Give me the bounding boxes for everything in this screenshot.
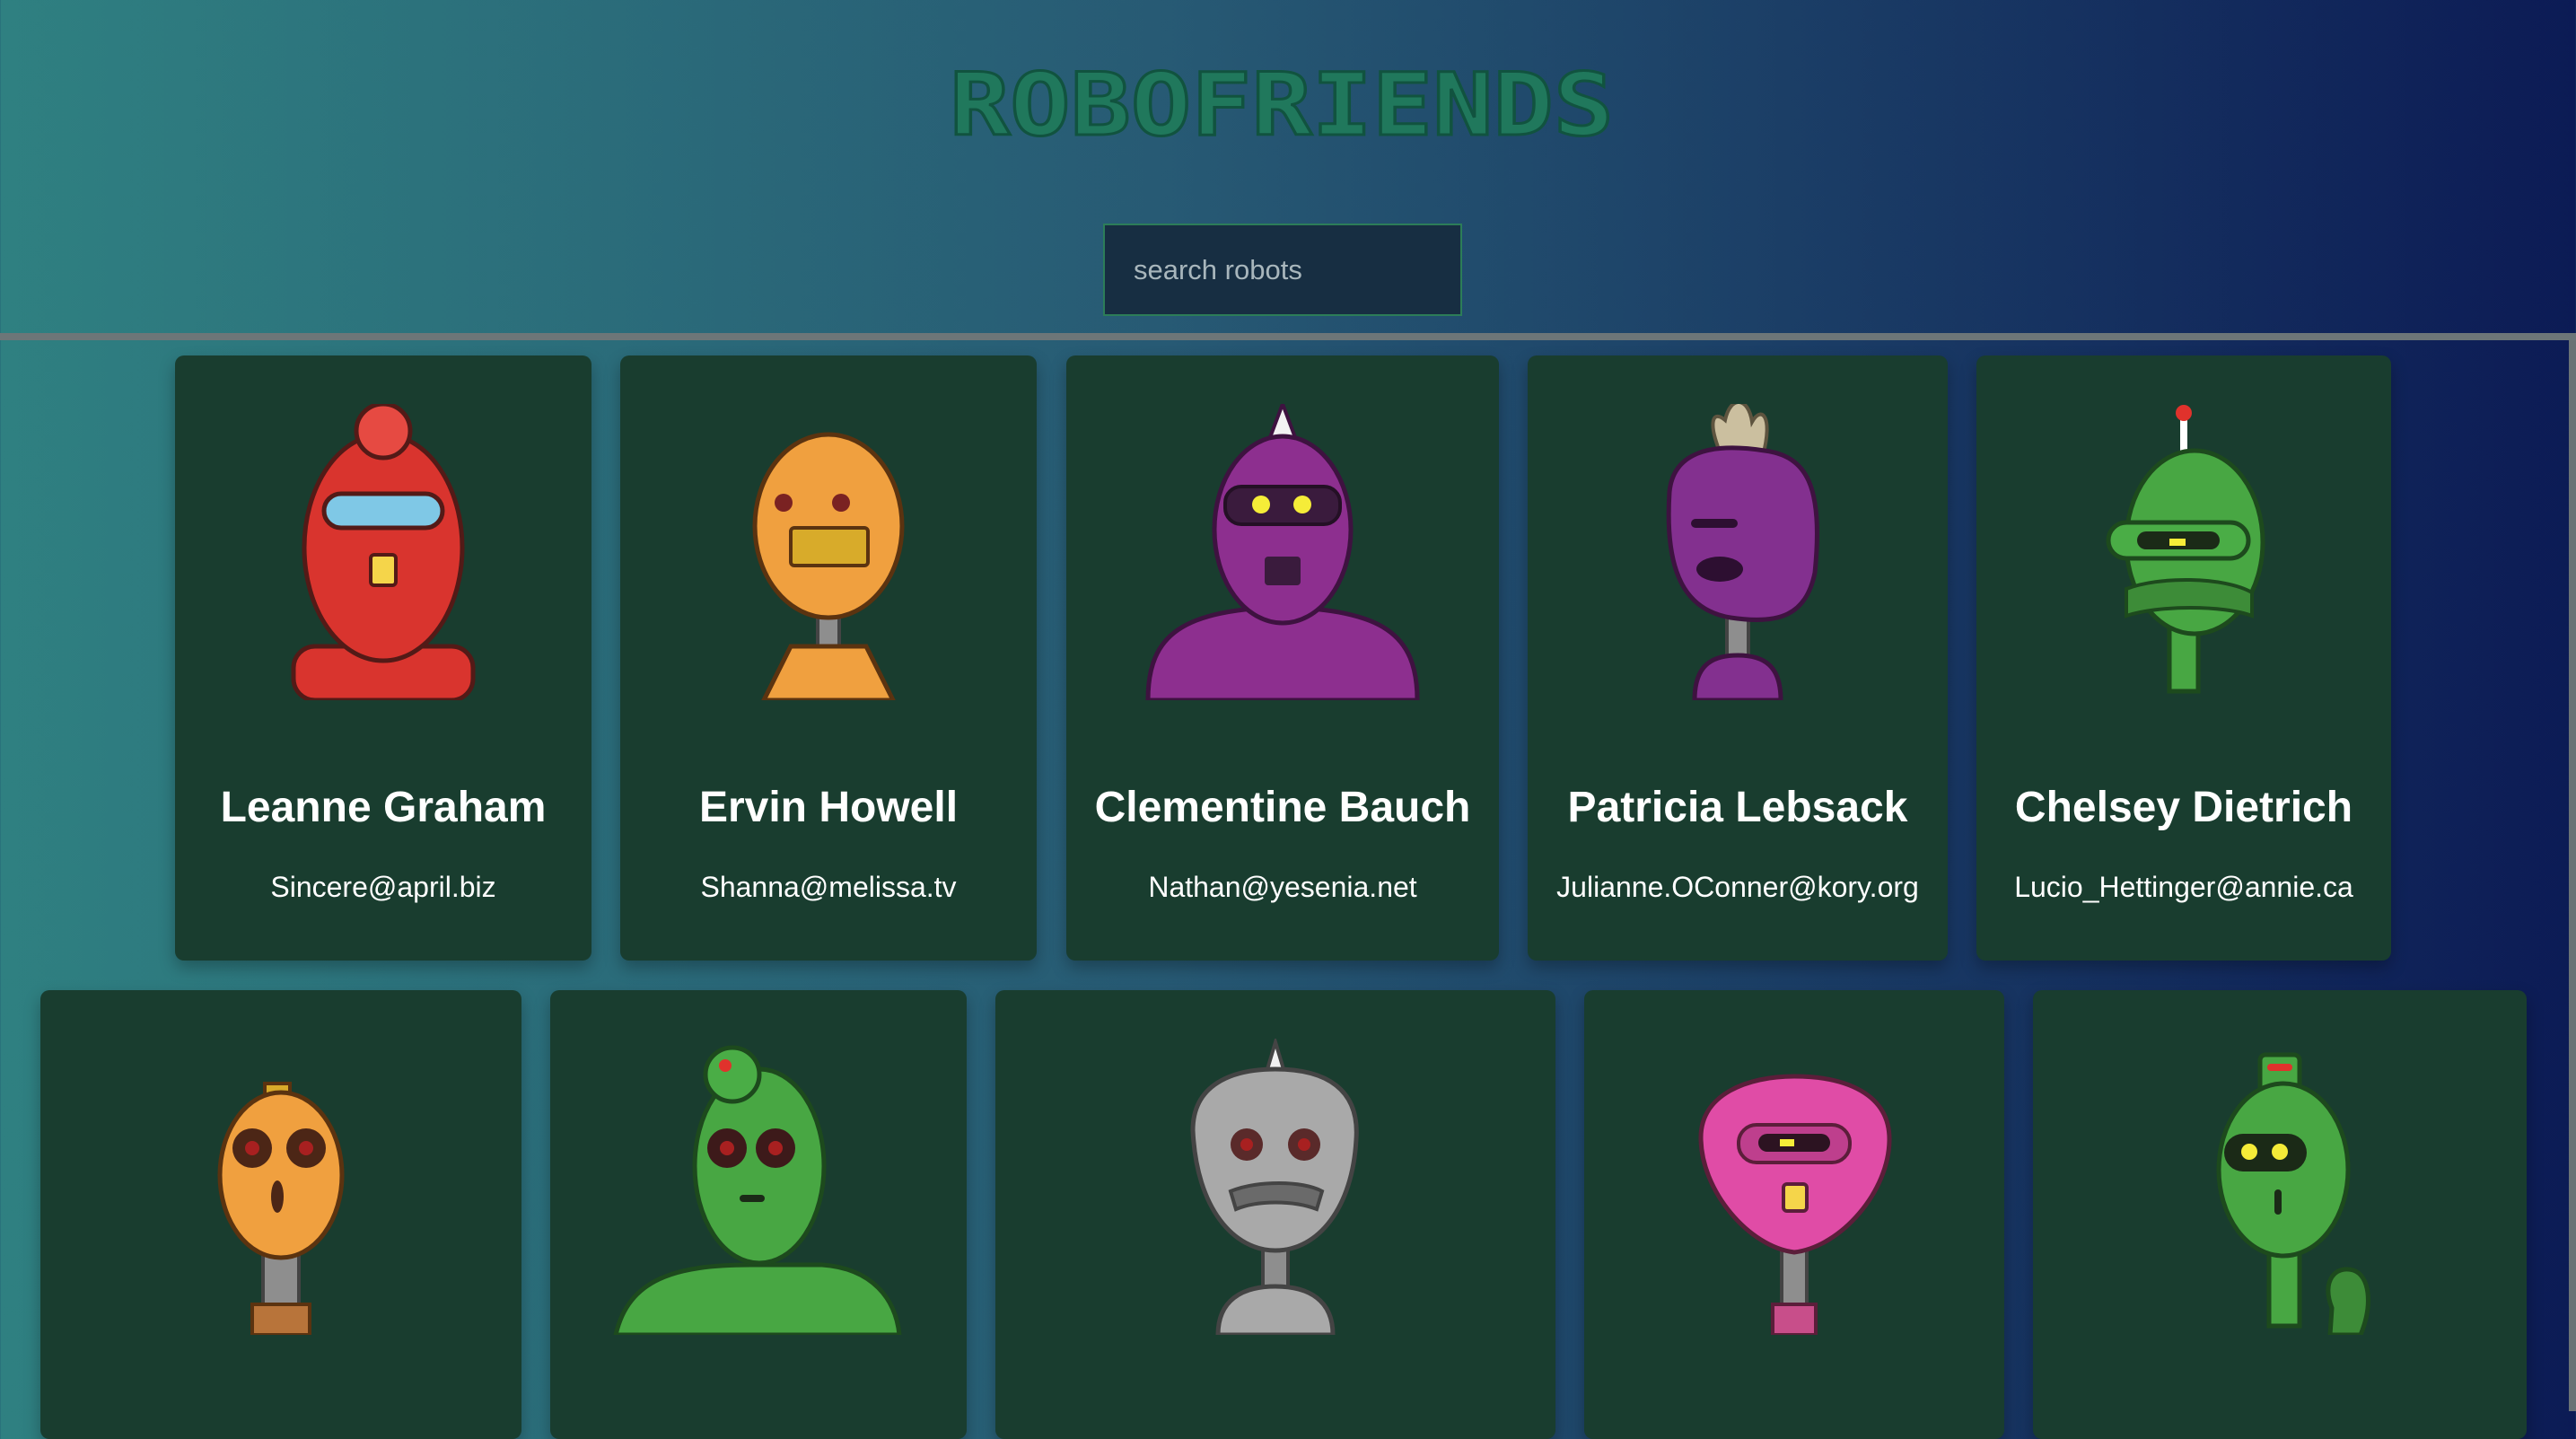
- robot-card[interactable]: Chelsey Dietrich Lucio_Hettinger@annie.c…: [1976, 355, 2391, 961]
- robot-email: Julianne.OConner@kory.org: [1556, 871, 1919, 903]
- robot-avatar-icon: [1698, 1074, 1892, 1335]
- robot-card[interactable]: [550, 990, 967, 1439]
- robot-avatar-icon: [1145, 404, 1420, 700]
- robot-name: Patricia Lebsack: [1567, 784, 1908, 831]
- robot-card[interactable]: Ervin Howell Shanna@melissa.tv: [620, 355, 1037, 961]
- robot-avatar-icon: [1666, 404, 1819, 700]
- robot-card[interactable]: [1584, 990, 2004, 1439]
- app-title-text: ROBOFRIENDS: [950, 55, 1614, 151]
- robot-name: Leanne Graham: [220, 784, 547, 831]
- robot-card[interactable]: Patricia Lebsack Julianne.OConner@kory.o…: [1528, 355, 1948, 961]
- robot-email: Shanna@melissa.tv: [700, 871, 957, 903]
- robot-avatar-icon: [217, 1082, 345, 1335]
- robot-card[interactable]: Leanne Graham Sincere@april.biz: [175, 355, 591, 961]
- robot-card[interactable]: Clementine Bauch Nathan@yesenia.net: [1066, 355, 1499, 961]
- robot-avatar-icon: [613, 1045, 902, 1335]
- robot-email: Sincere@april.biz: [270, 871, 496, 903]
- robot-email: Lucio_Hettinger@annie.ca: [2014, 871, 2353, 903]
- robot-name: Chelsey Dietrich: [2014, 784, 2353, 831]
- robot-avatar-icon: [752, 432, 905, 700]
- robot-card[interactable]: [995, 990, 1555, 1439]
- robot-card[interactable]: [40, 990, 521, 1439]
- robot-avatar-icon: [2106, 405, 2265, 694]
- robot-avatar-icon: [2216, 1052, 2370, 1335]
- header-divider: [0, 333, 2576, 340]
- robot-avatar-icon: [1190, 1039, 1359, 1335]
- app-title: ROBOFRIENDS: [949, 54, 1616, 152]
- robot-name: Clementine Bauch: [1094, 784, 1471, 831]
- search-input[interactable]: [1103, 224, 1462, 316]
- robot-name: Ervin Howell: [698, 784, 959, 831]
- robot-avatar-icon: [291, 404, 476, 700]
- robot-email: Nathan@yesenia.net: [1148, 871, 1417, 903]
- page-scrollbar[interactable]: [2569, 340, 2576, 1411]
- robot-card[interactable]: [2033, 990, 2527, 1439]
